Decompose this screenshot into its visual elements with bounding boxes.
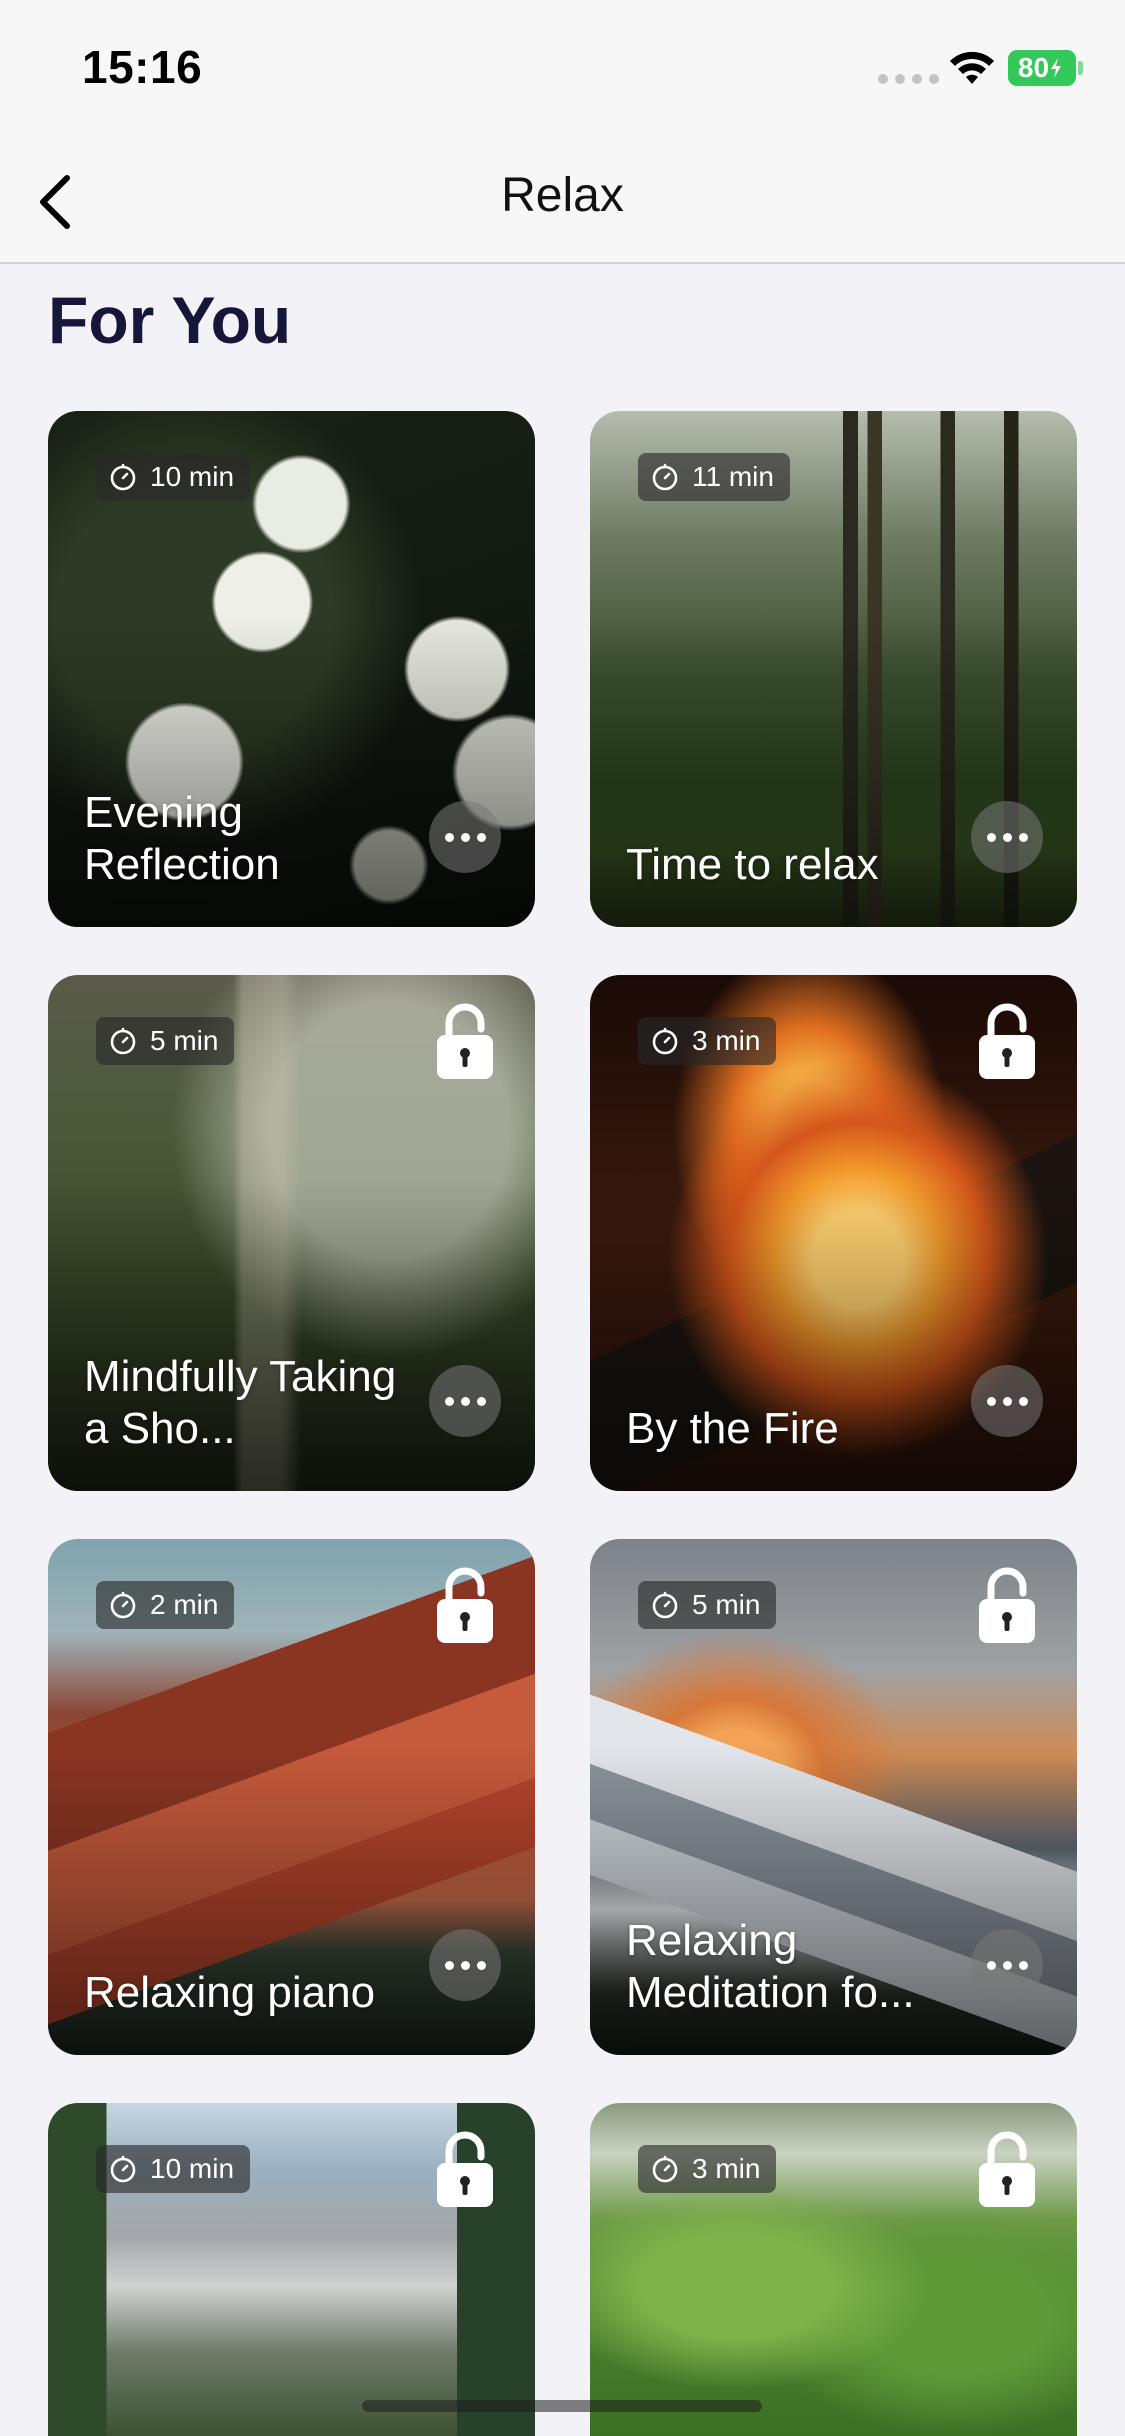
timer-icon (652, 1027, 678, 1055)
dot-icon (444, 1960, 454, 1970)
duration-text: 3 min (692, 1025, 761, 1056)
card-title: Relaxing Meditation fo... (626, 1916, 915, 2017)
home-indicator[interactable] (362, 2400, 762, 2412)
timer-icon (652, 2155, 678, 2183)
dot-icon (460, 1960, 470, 1970)
more-options-button[interactable] (971, 1365, 1043, 1437)
duration-text: 10 min (150, 461, 235, 492)
lock-icon (437, 1567, 493, 1643)
duration-badge: 5 min (96, 1017, 235, 1065)
dot-icon (1002, 1960, 1012, 1970)
duration-text: 11 min (692, 461, 774, 492)
dot-icon (444, 1396, 454, 1406)
dot-icon (986, 832, 996, 842)
dot-icon (1002, 832, 1012, 842)
timer-icon (110, 2155, 136, 2183)
battery-tip (1078, 61, 1083, 75)
page-title: Relax (501, 169, 624, 222)
duration-badge: 3 min (638, 1017, 777, 1065)
dot-icon (1018, 1396, 1028, 1406)
session-card-relaxing-meditation[interactable]: 5 min Relaxing Meditation fo... (590, 1539, 1077, 2055)
lock-icon (979, 1567, 1035, 1643)
card-title: By the Fire (626, 1404, 839, 1453)
timer-icon (110, 1591, 136, 1619)
status-bar: 15:16 80 (0, 0, 1125, 132)
session-card-relaxing-piano[interactable]: 2 min Relaxing piano (48, 1539, 535, 2055)
dot-icon (986, 1960, 996, 1970)
timer-icon (652, 1591, 678, 1619)
dot-icon (460, 1396, 470, 1406)
duration-text: 2 min (150, 1589, 219, 1620)
duration-badge: 5 min (638, 1581, 777, 1629)
duration-badge: 11 min (638, 453, 790, 501)
session-card-ferns[interactable]: 3 min (590, 2103, 1077, 2436)
session-card-time-to-relax[interactable]: 11 min Time to relax (590, 411, 1077, 927)
battery-level: 80 (1017, 52, 1050, 83)
dot-icon (460, 832, 470, 842)
duration-badge: 10 min (96, 2145, 251, 2193)
duration-badge: 3 min (638, 2145, 777, 2193)
dot-icon (476, 1396, 486, 1406)
session-card-mindfully-taking-a-shower[interactable]: 5 min Mindfully Taking a Sho... (48, 975, 535, 1491)
more-options-button[interactable] (429, 1365, 501, 1437)
dot-icon (476, 832, 486, 842)
timer-icon (110, 1027, 136, 1055)
dot-icon (986, 1396, 996, 1406)
signal-dots-icon (878, 74, 939, 84)
duration-badge: 2 min (96, 1581, 235, 1629)
dot-icon (444, 832, 454, 842)
card-title: Time to relax (626, 840, 879, 889)
duration-text: 10 min (150, 2153, 235, 2184)
lock-icon (437, 2131, 493, 2207)
duration-text: 5 min (692, 1589, 761, 1620)
lock-icon (437, 1003, 493, 1079)
battery-icon: 80 (1008, 50, 1076, 86)
timer-icon (110, 463, 136, 491)
dot-icon (1018, 832, 1028, 842)
card-title: Evening Reflection (84, 788, 280, 889)
dot-icon (476, 1960, 486, 1970)
navigation-bar: Relax (0, 132, 1125, 264)
session-card-evening-reflection[interactable]: 10 min Evening Reflection (48, 411, 535, 927)
session-card-alpine-mountains[interactable]: 10 min (48, 2103, 535, 2436)
lock-icon (979, 2131, 1035, 2207)
duration-text: 5 min (150, 1025, 219, 1056)
dot-icon (1018, 1960, 1028, 1970)
wifi-icon (950, 51, 994, 84)
more-options-button[interactable] (429, 1929, 501, 2001)
duration-text: 3 min (692, 2153, 761, 2184)
more-options-button[interactable] (971, 801, 1043, 873)
lock-icon (979, 1003, 1035, 1079)
duration-badge: 10 min (96, 453, 251, 501)
section-title: For You (48, 283, 292, 357)
timer-icon (652, 463, 678, 491)
status-time: 15:16 (82, 41, 203, 93)
dot-icon (1002, 1396, 1012, 1406)
more-options-button[interactable] (429, 801, 501, 873)
more-options-button[interactable] (971, 1929, 1043, 2001)
card-title: Relaxing piano (84, 1968, 376, 2017)
charging-bolt-icon (1051, 58, 1062, 78)
session-card-by-the-fire[interactable]: 3 min By the Fire (590, 975, 1077, 1491)
card-title: Mindfully Taking a Sho... (84, 1352, 397, 1453)
